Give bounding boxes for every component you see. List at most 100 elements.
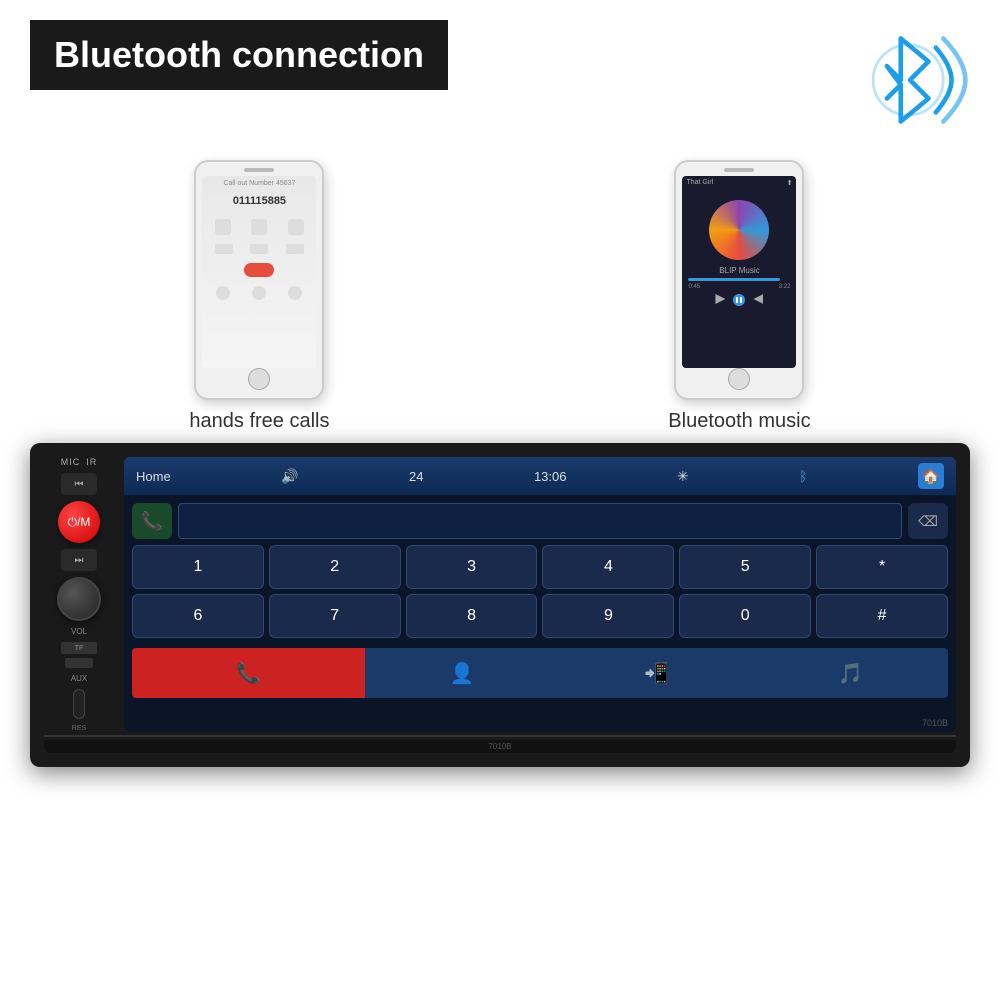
music-controls — [682, 294, 796, 306]
vol-label: VOL — [71, 627, 87, 636]
ir-label: IR — [86, 457, 97, 467]
bluetooth-icon — [850, 20, 970, 140]
num-btn-#[interactable]: # — [816, 594, 948, 638]
call-status-text: Call out Number 45637 — [202, 176, 316, 187]
music-prev-btn — [715, 294, 725, 304]
music-action-icon: 🎵 — [838, 661, 863, 686]
call-icons-row — [202, 215, 316, 239]
call-icon-3 — [288, 219, 304, 235]
call-icon-2 — [251, 219, 267, 235]
phone-home-btn-2 — [728, 368, 750, 390]
separator-line — [44, 735, 956, 737]
home-label: Home — [136, 469, 171, 484]
phone-block-calls: Call out Number 45637 011115885 — [189, 160, 329, 433]
car-radio: MIC IR ⏮ ⏻/M ⏭ VOL TF — [30, 443, 970, 767]
bottom-icon-3 — [288, 286, 302, 300]
car-radio-inner: MIC IR ⏮ ⏻/M ⏭ VOL TF — [44, 457, 956, 732]
music-time-labels: 0:45 3:22 — [682, 284, 796, 290]
pause-bar-2 — [740, 297, 742, 303]
num-btn-2[interactable]: 2 — [269, 545, 401, 589]
volume-icon: 🔊 — [281, 468, 298, 485]
num-btn-5[interactable]: 5 — [679, 545, 811, 589]
time-display: 13:06 — [534, 469, 567, 484]
feature2-label: Bluetooth music — [668, 410, 810, 433]
main-title: Bluetooth connection — [54, 34, 424, 75]
num-btn-1[interactable]: 1 — [132, 545, 264, 589]
contact-action-icon: 👤 — [450, 661, 475, 686]
home-icon-btn[interactable]: 🏠 — [918, 463, 944, 489]
music-progress-bar — [688, 278, 779, 281]
feature1-label: hands free calls — [189, 410, 329, 433]
top-section: Bluetooth connection — [0, 0, 1000, 150]
call-action-icon: 📞 — [236, 661, 261, 686]
volume-value: 24 — [409, 469, 423, 484]
model-number: 7010B — [922, 718, 948, 728]
music-album-art — [709, 200, 769, 260]
bottom-icon-2 — [252, 286, 266, 300]
call-number: 011115885 — [202, 187, 316, 207]
music-time-total: 3:22 — [779, 284, 791, 290]
phone-image-music: That Girl ⬆ BLIP Music 0:45 3:22 — [674, 160, 804, 400]
phone-speaker-2 — [724, 168, 754, 172]
brightness-icon: ✳ — [677, 468, 689, 485]
res-label: RES — [72, 725, 86, 732]
power-btn[interactable]: ⏻/M — [58, 501, 100, 543]
phone-screen-calls: Call out Number 45637 011115885 — [202, 176, 316, 368]
num-btn-6[interactable]: 6 — [132, 594, 264, 638]
call-action-btn[interactable]: 📞 — [132, 648, 365, 698]
music-next-btn — [753, 294, 763, 304]
phone-call-icon: 📞 — [141, 511, 163, 532]
call-btn-3 — [286, 244, 304, 254]
aux-jack[interactable] — [73, 689, 85, 719]
bottom-icons-row — [202, 283, 316, 303]
backspace-btn[interactable]: ⌫ — [908, 503, 948, 539]
bluetooth-symbol-area — [850, 20, 970, 140]
phone-screen-music: That Girl ⬆ BLIP Music 0:45 3:22 — [682, 176, 796, 368]
aux-label: AUX — [71, 674, 87, 683]
car-screen: Home 🔊 24 13:06 ✳ ᛒ 🏠 📞 — [124, 457, 956, 732]
calllog-action-btn[interactable]: 📲 — [559, 648, 753, 698]
number-grid: 12345* 67890# — [132, 545, 948, 638]
music-share-icon: ⬆ — [787, 179, 793, 187]
call-icon-1 — [215, 219, 231, 235]
tf-label: TF — [75, 645, 84, 652]
num-btn-4[interactable]: 4 — [542, 545, 674, 589]
phone-call-icon-btn[interactable]: 📞 — [132, 503, 172, 539]
pause-bar-1 — [736, 297, 738, 303]
dialpad-area: 📞 ⌫ 12345* 67890# 📞 — [124, 495, 956, 706]
contact-action-btn[interactable]: 👤 — [365, 648, 559, 698]
prev-btn[interactable]: ⏮ — [61, 473, 97, 495]
call-btn-1 — [215, 244, 233, 254]
bottom-icon-1 — [216, 286, 230, 300]
num-btn-3[interactable]: 3 — [406, 545, 538, 589]
phone-home-btn-1 — [248, 368, 270, 390]
music-action-btn[interactable]: 🎵 — [754, 648, 948, 698]
call-btn-row — [202, 241, 316, 257]
home-icon-symbol: 🏠 — [922, 468, 939, 485]
prev-icon: ⏮ — [75, 479, 84, 490]
num-btn-8[interactable]: 8 — [406, 594, 538, 638]
num-btn-0[interactable]: 0 — [679, 594, 811, 638]
num-btn-7[interactable]: 7 — [269, 594, 401, 638]
next-btn[interactable]: ⏭ — [61, 549, 97, 571]
music-header: That Girl ⬆ — [682, 176, 796, 190]
usb-slot[interactable] — [65, 658, 93, 668]
num-btn-*[interactable]: * — [816, 545, 948, 589]
call-btn-2 — [250, 244, 268, 254]
music-pause-btn — [733, 294, 745, 306]
calllog-action-icon: 📲 — [644, 661, 669, 686]
dial-input-field[interactable] — [178, 503, 902, 539]
phone-speaker-1 — [244, 168, 274, 172]
title-box: Bluetooth connection — [30, 20, 448, 90]
backspace-icon: ⌫ — [918, 513, 938, 530]
num-btn-9[interactable]: 9 — [542, 594, 674, 638]
call-end-btn — [244, 263, 274, 277]
phone-image-calls: Call out Number 45637 011115885 — [194, 160, 324, 400]
action-bar: 📞 👤 📲 🎵 — [132, 648, 948, 698]
power-label: ⏻/M — [68, 515, 91, 530]
phones-section: Call out Number 45637 011115885 — [0, 160, 1000, 433]
phone-block-music: That Girl ⬆ BLIP Music 0:45 3:22 — [668, 160, 810, 433]
volume-knob[interactable] — [57, 577, 101, 621]
music-time-current: 0:45 — [688, 284, 700, 290]
tf-slot[interactable]: TF — [61, 642, 97, 654]
